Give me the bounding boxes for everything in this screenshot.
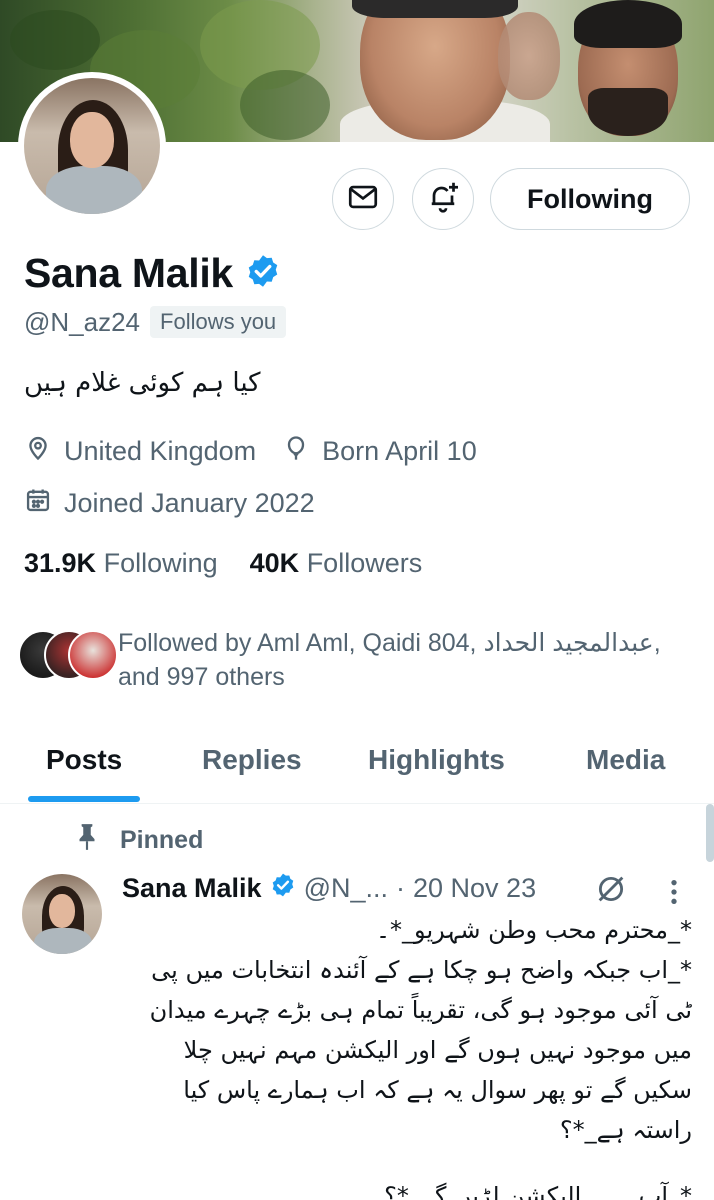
verified-badge-icon	[245, 253, 281, 294]
calendar-icon	[24, 486, 52, 521]
notify-button[interactable]	[412, 168, 474, 230]
post-separator-dot: ·	[396, 873, 405, 903]
location-pin-icon	[24, 434, 52, 469]
followers-count-link[interactable]: 40K Followers	[250, 548, 423, 579]
pinned-label: Pinned	[74, 822, 203, 859]
post-text: *_محترم محب وطن شہریو_*۔ *_اب جبکہ واضح …	[122, 910, 692, 1200]
followed-by-text: Followed by Aml Aml, Qaidi 804, عبدالمجی…	[118, 629, 661, 691]
more-options-icon[interactable]	[664, 876, 684, 913]
post-header: Sana Malik @N_... · 20 Nov 23	[122, 872, 536, 905]
follower-avatar	[68, 630, 118, 680]
verified-badge-icon	[270, 872, 296, 905]
post-author-name[interactable]: Sana Malik	[122, 873, 262, 904]
profile-birthday: Born April 10	[282, 434, 477, 469]
profile-avatar[interactable]	[18, 72, 166, 220]
profile-name: Sana Malik	[24, 250, 233, 296]
tab-posts[interactable]: Posts	[46, 744, 122, 776]
profile-handle: @N_az24	[24, 306, 141, 337]
profile-bio: کیا ہم کوئی غلام ہیں	[24, 368, 261, 398]
post-author-avatar[interactable]	[22, 874, 102, 954]
balloon-icon	[282, 434, 310, 469]
pin-icon	[74, 822, 100, 859]
followed-by-row[interactable]: Followed by Aml Aml, Qaidi 804, عبدالمجی…	[18, 626, 698, 694]
active-tab-indicator	[28, 796, 140, 802]
post-line: *_اب جبکہ واضح ہو چکا ہے کے آئندہ انتخاب…	[149, 956, 692, 1144]
following-button[interactable]: Following	[490, 168, 690, 230]
post-author-handle[interactable]: @N_...	[304, 873, 388, 904]
profile-tabs: Posts Replies Highlights Media	[0, 730, 714, 804]
scrollbar[interactable]	[706, 804, 714, 862]
envelope-icon	[346, 180, 380, 219]
grok-icon[interactable]	[594, 872, 628, 911]
tab-media[interactable]: Media	[586, 744, 665, 776]
profile-joined: Joined January 2022	[24, 486, 315, 521]
following-count-link[interactable]: 31.9K Following	[24, 548, 218, 579]
tab-replies[interactable]: Replies	[202, 744, 302, 776]
profile-location: United Kingdom	[24, 434, 256, 469]
tab-highlights[interactable]: Highlights	[368, 744, 505, 776]
following-button-label: Following	[527, 183, 653, 214]
bell-plus-icon	[425, 179, 461, 220]
post-date[interactable]: 20 Nov 23	[413, 873, 536, 904]
post-line: *_آپ ۔۔۔ الیکشن لڑیں گے_*؟	[384, 1182, 692, 1200]
follows-you-badge: Follows you	[150, 306, 287, 338]
post-line: *_محترم محب وطن شہریو_*۔	[375, 916, 692, 944]
message-button[interactable]	[332, 168, 394, 230]
